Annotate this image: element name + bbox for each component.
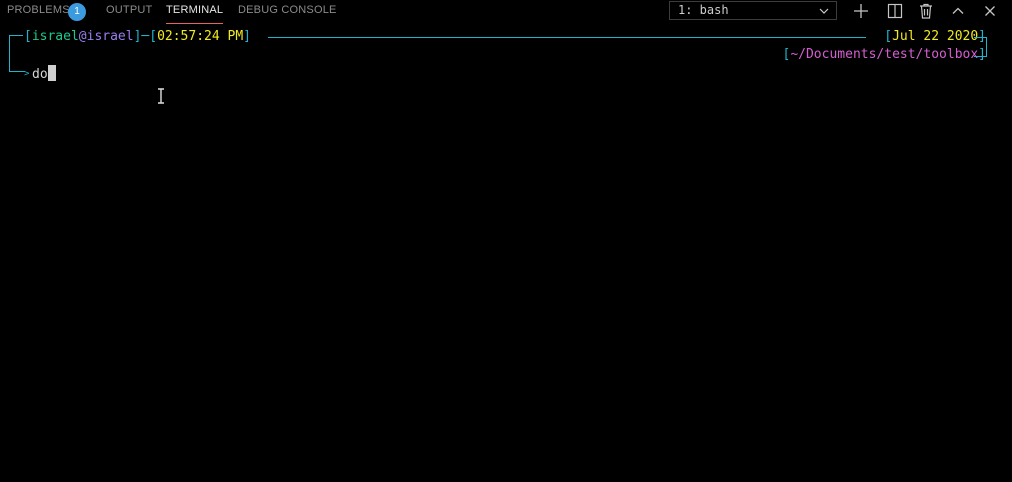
terminal-instance-value: 1: bash xyxy=(678,3,729,17)
prompt-path: ~/Documents/test/toolbox xyxy=(790,47,979,62)
prompt-time: 02:57:24 PM xyxy=(157,29,244,44)
panel-tab-bar: PROBLEMS 1 OUTPUT TERMINAL DEBUG CONSOLE… xyxy=(0,0,1012,24)
prompt-at: @ xyxy=(78,29,87,44)
ibeam-cursor-icon xyxy=(158,88,164,104)
prompt-path-block: [~/Documents/test/toolbox] xyxy=(782,47,987,62)
chevron-down-icon xyxy=(819,8,829,14)
tab-terminal[interactable]: TERMINAL xyxy=(166,0,224,24)
terminal-output[interactable]: [israel@israel]─[02:57:24 PM] [Jul 22 20… xyxy=(0,22,1012,482)
prompt-date: Jul 22 2020 xyxy=(892,29,979,44)
trash-icon[interactable] xyxy=(916,1,936,21)
prompt-line-1: [israel@israel]─[02:57:24 PM] xyxy=(24,29,251,44)
terminal-panel: PROBLEMS 1 OUTPUT TERMINAL DEBUG CONSOLE… xyxy=(0,0,1012,482)
command-text: do xyxy=(32,67,48,82)
text-cursor xyxy=(47,65,56,81)
plus-icon[interactable] xyxy=(851,1,871,21)
prompt-frame-right xyxy=(974,37,987,57)
prompt-frame-right-bottom xyxy=(974,56,987,57)
prompt-host: israel xyxy=(86,29,134,44)
prompt-arrow-icon: > xyxy=(24,69,30,79)
problems-count-badge: 1 xyxy=(68,3,86,21)
tab-output-label: OUTPUT xyxy=(106,4,153,16)
tab-output[interactable]: OUTPUT xyxy=(106,0,152,22)
tab-problems-label: PROBLEMS xyxy=(7,4,70,16)
tab-problems[interactable]: PROBLEMS xyxy=(7,0,70,22)
tab-debug-console[interactable]: DEBUG CONSOLE xyxy=(238,0,337,22)
split-icon[interactable] xyxy=(885,1,905,21)
prompt-user: israel xyxy=(31,29,79,44)
prompt-rule xyxy=(268,37,866,38)
prompt-frame-left xyxy=(9,35,25,72)
command-input[interactable]: do xyxy=(32,65,56,84)
terminal-instance-select[interactable]: 1: bash xyxy=(669,1,837,20)
close-icon[interactable] xyxy=(980,1,1000,21)
tab-terminal-label: TERMINAL xyxy=(166,4,224,16)
chevron-up-icon[interactable] xyxy=(948,1,968,21)
tab-debug-console-label: DEBUG CONSOLE xyxy=(238,4,337,16)
prompt-date-block: [Jul 22 2020] xyxy=(884,29,986,44)
